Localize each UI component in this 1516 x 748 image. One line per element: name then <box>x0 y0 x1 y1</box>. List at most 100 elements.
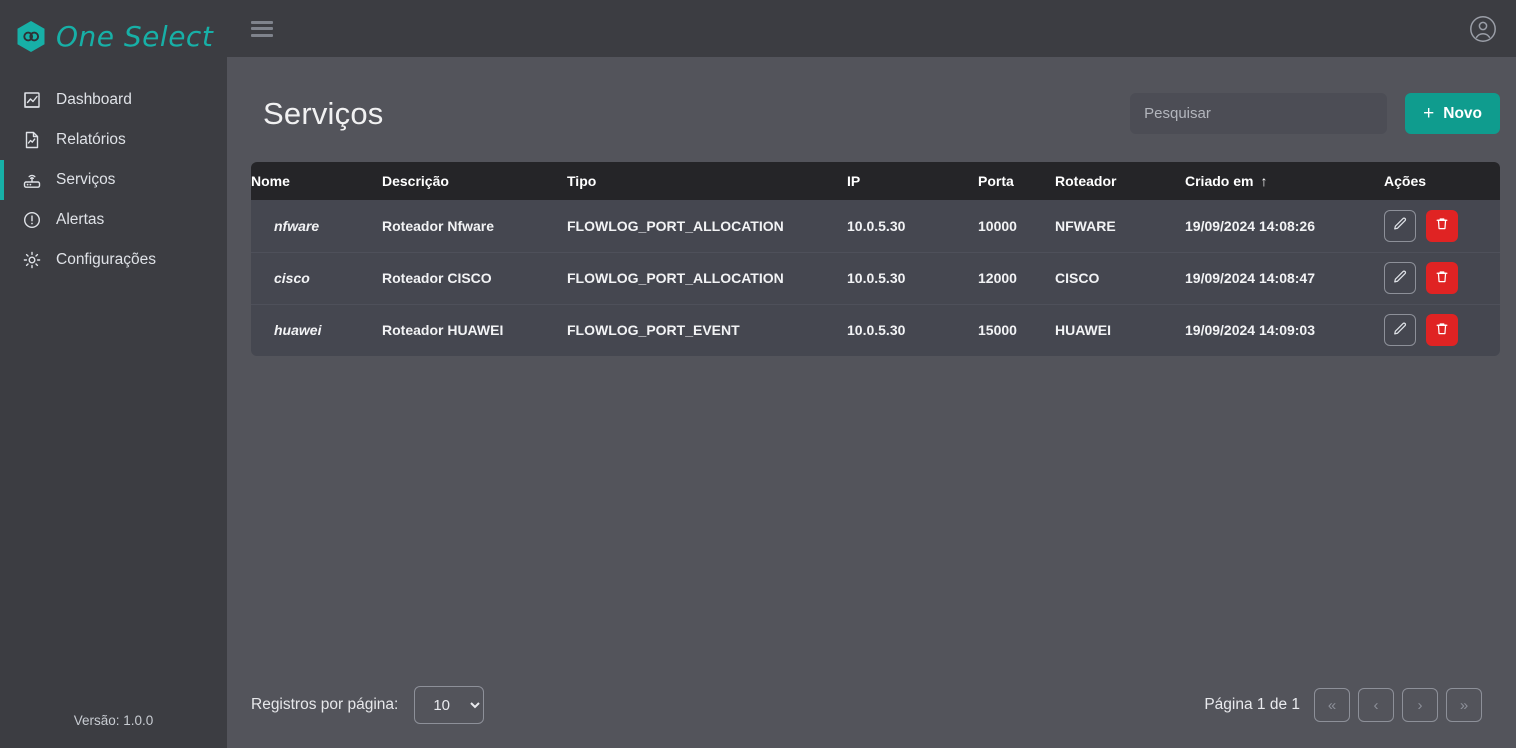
cell-nome: huawei <box>274 322 322 339</box>
brand-name: One Select <box>56 19 214 53</box>
cell-descricao: Roteador Nfware <box>382 217 495 234</box>
cell-tipo: FLOWLOG_PORT_EVENT <box>567 322 740 339</box>
next-page-icon[interactable]: › <box>1402 688 1438 722</box>
table-footer: Registros por página: 10 25 50 100 Págin… <box>227 684 1500 748</box>
alert-circle-icon <box>22 210 42 230</box>
sidebar-item-dashboard[interactable]: Dashboard <box>0 80 227 120</box>
column-header-criado-em[interactable]: Criado em ↑ <box>1185 162 1384 200</box>
sidebar: One Select Dashboard Relatórios Serviços… <box>0 0 227 748</box>
page-content: Serviços + Novo <box>227 57 1516 748</box>
column-label: Tipo <box>567 173 597 189</box>
sidebar-item-configuracoes[interactable]: Configurações <box>0 240 227 280</box>
column-label: Nome <box>251 173 290 189</box>
cell-ip: 10.0.5.30 <box>847 217 906 234</box>
page-header-actions: + Novo <box>1130 93 1500 134</box>
cell-porta: 12000 <box>978 270 1017 286</box>
hamburger-icon[interactable] <box>251 20 273 37</box>
app-root: One Select Dashboard Relatórios Serviços… <box>0 0 1516 748</box>
page-title: Serviços <box>263 95 384 131</box>
column-header-ip[interactable]: IP <box>847 162 978 200</box>
cell-descricao: Roteador CISCO <box>382 270 492 286</box>
delete-row-button[interactable] <box>1426 209 1458 242</box>
cell-criado-em: 19/09/2024 14:08:26 <box>1185 217 1315 234</box>
cell-tipo: FLOWLOG_PORT_ALLOCATION <box>567 270 784 286</box>
first-page-icon[interactable]: « <box>1314 688 1350 722</box>
edit-row-button[interactable] <box>1384 262 1416 294</box>
trash-icon <box>1434 216 1450 235</box>
delete-row-button[interactable] <box>1426 314 1458 347</box>
services-table: Nome Descrição Tipo IP Porta Roteador Cr… <box>251 162 1500 356</box>
last-page-icon[interactable]: » <box>1446 688 1482 722</box>
pencil-icon <box>1392 216 1408 235</box>
edit-row-button[interactable] <box>1384 209 1416 242</box>
column-label: Porta <box>978 173 1014 189</box>
hamburger-bar <box>251 27 273 30</box>
table-row[interactable]: nfware Roteador Nfware FLOWLOG_PORT_ALLO… <box>251 200 1500 252</box>
sidebar-item-relatorios[interactable]: Relatórios <box>0 120 227 160</box>
cell-tipo: FLOWLOG_PORT_ALLOCATION <box>567 217 784 234</box>
page-header: Serviços + Novo <box>227 57 1500 162</box>
delete-row-button[interactable] <box>1426 262 1458 294</box>
pencil-icon <box>1392 321 1408 340</box>
column-header-roteador[interactable]: Roteador <box>1055 162 1185 200</box>
sidebar-item-label: Relatórios <box>56 131 126 148</box>
cell-descricao: Roteador HUAWEI <box>382 322 504 339</box>
document-chart-icon <box>22 130 42 150</box>
cell-ip: 10.0.5.30 <box>847 322 906 339</box>
prev-page-icon[interactable]: ‹ <box>1358 688 1394 722</box>
column-label: Ações <box>1384 173 1427 189</box>
cell-acoes <box>1384 304 1500 356</box>
cell-roteador: CISCO <box>1055 270 1100 286</box>
hexagon-infinity-logo <box>16 20 46 53</box>
hamburger-bar <box>251 20 273 24</box>
pagination-buttons: « ‹ › » <box>1314 688 1482 722</box>
table-body: nfware Roteador Nfware FLOWLOG_PORT_ALLO… <box>251 200 1500 356</box>
chart-box-icon <box>22 90 42 110</box>
sort-asc-icon: ↑ <box>1260 173 1268 189</box>
cell-ip: 10.0.5.30 <box>847 270 906 286</box>
sidebar-item-label: Dashboard <box>56 91 132 108</box>
page-indicator: Página 1 de 1 <box>1204 696 1300 713</box>
main-area: Serviços + Novo <box>227 0 1516 748</box>
router-icon <box>22 170 42 190</box>
cell-porta: 15000 <box>978 322 1017 339</box>
table-header-row: Nome Descrição Tipo IP Porta Roteador Cr… <box>251 162 1500 200</box>
sidebar-item-label: Configurações <box>56 251 156 268</box>
sidebar-item-label: Serviços <box>56 171 116 188</box>
column-label: Roteador <box>1055 173 1117 189</box>
pencil-icon <box>1392 269 1408 288</box>
column-header-descricao[interactable]: Descrição <box>382 162 567 200</box>
column-header-acoes: Ações <box>1384 162 1500 200</box>
edit-row-button[interactable] <box>1384 314 1416 347</box>
trash-icon <box>1434 269 1450 288</box>
cell-porta: 10000 <box>978 217 1017 234</box>
pagination: Página 1 de 1 « ‹ › » <box>1204 688 1500 722</box>
version-label: Versão: 1.0.0 <box>73 713 154 728</box>
rows-per-page-select[interactable]: 10 25 50 100 <box>414 686 485 724</box>
rows-per-page-label: Registros por página: <box>251 696 399 713</box>
column-header-porta[interactable]: Porta <box>978 162 1055 200</box>
table-row[interactable]: cisco Roteador CISCO FLOWLOG_PORT_ALLOCA… <box>251 252 1500 304</box>
cell-acoes <box>1384 200 1500 252</box>
column-label: IP <box>847 173 861 189</box>
topbar <box>227 0 1516 57</box>
cell-acoes <box>1384 252 1500 304</box>
new-button[interactable]: + Novo <box>1405 93 1500 134</box>
search-input[interactable] <box>1130 93 1388 134</box>
table-header: Nome Descrição Tipo IP Porta Roteador Cr… <box>251 162 1500 200</box>
column-header-nome[interactable]: Nome <box>251 162 382 200</box>
cell-criado-em: 19/09/2024 14:09:03 <box>1185 322 1315 339</box>
cell-nome: nfware <box>274 217 320 234</box>
sidebar-item-alertas[interactable]: Alertas <box>0 200 227 240</box>
sidebar-item-servicos[interactable]: Serviços <box>0 160 227 200</box>
brand-logo[interactable]: One Select <box>0 0 227 58</box>
account-circle-icon[interactable] <box>1468 14 1498 44</box>
column-header-tipo[interactable]: Tipo <box>567 162 847 200</box>
new-button-label: Novo <box>1443 104 1482 122</box>
trash-icon <box>1434 321 1450 340</box>
table-row[interactable]: huawei Roteador HUAWEI FLOWLOG_PORT_EVEN… <box>251 304 1500 356</box>
cell-roteador: NFWARE <box>1055 217 1116 234</box>
column-label: Criado em <box>1185 173 1254 189</box>
